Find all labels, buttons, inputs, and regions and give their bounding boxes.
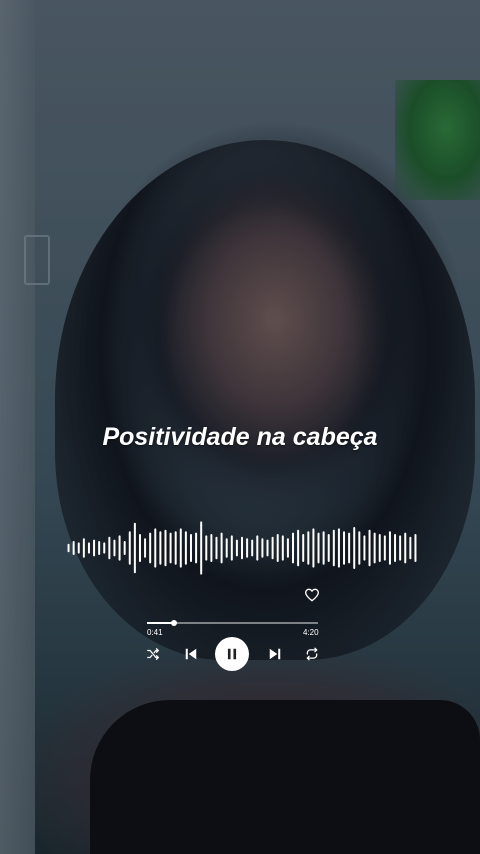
shuffle-icon	[147, 648, 159, 660]
waveform-bar	[149, 532, 152, 564]
waveform-bar	[307, 531, 310, 565]
waveform-bar	[154, 528, 157, 568]
waveform-bar	[133, 522, 136, 574]
current-time: 0:41	[147, 628, 163, 637]
waveform-bar	[378, 534, 381, 562]
waveform-bar	[215, 536, 218, 560]
skip-previous-icon	[185, 648, 197, 660]
pause-icon	[227, 648, 237, 660]
pause-button[interactable]	[215, 637, 249, 671]
song-title: Positividade na cabeça	[102, 423, 378, 451]
waveform-bar	[118, 535, 121, 561]
waveform-bar	[332, 529, 335, 567]
waveform-bar	[235, 539, 238, 557]
waveform-bar	[414, 534, 417, 562]
waveform-bar	[317, 532, 320, 564]
waveform-bar	[128, 531, 131, 565]
waveform-bar	[195, 532, 198, 564]
waveform-bar	[276, 534, 279, 562]
waveform-bar	[87, 542, 90, 554]
waveform-bar	[256, 535, 259, 561]
waveform-bar	[220, 532, 223, 564]
waveform-bar	[77, 542, 80, 554]
waveform-bar	[113, 539, 116, 557]
video-screen: Positividade na cabeça 0:41 4:20	[0, 0, 480, 854]
waveform-bar	[399, 535, 402, 561]
next-button[interactable]	[266, 645, 284, 663]
waveform-bar	[281, 535, 284, 561]
waveform-bar	[343, 531, 346, 565]
waveform-bar	[169, 532, 172, 564]
waveform-bar	[322, 531, 325, 565]
waveform-bar	[327, 534, 330, 562]
waveform-bar	[312, 528, 315, 568]
waveform-bar	[230, 535, 233, 561]
waveform-bar	[174, 531, 177, 565]
waveform-bar	[337, 528, 340, 568]
waveform-bar	[144, 538, 147, 558]
waveform-bar	[159, 531, 162, 565]
total-time: 4:20	[303, 628, 319, 637]
waveform-bar	[138, 534, 141, 562]
repeat-icon	[306, 647, 318, 661]
shuffle-button[interactable]	[144, 645, 162, 663]
previous-button[interactable]	[182, 645, 200, 663]
waveform-bar	[409, 536, 412, 560]
audio-waveform	[67, 521, 417, 575]
waveform-bar	[67, 543, 70, 553]
waveform-bar	[108, 536, 111, 560]
waveform-bar	[205, 535, 208, 561]
skip-next-icon	[269, 648, 281, 660]
waveform-bar	[358, 531, 361, 565]
heart-outline-icon	[305, 588, 319, 602]
waveform-bar	[404, 532, 407, 564]
waveform-bar	[266, 539, 269, 557]
waveform-bar	[353, 527, 356, 569]
waveform-bar	[210, 534, 213, 562]
waveform-bar	[189, 534, 192, 562]
waveform-bar	[302, 534, 305, 562]
repeat-button[interactable]	[303, 645, 321, 663]
waveform-bar	[388, 531, 391, 565]
waveform-bar	[292, 532, 295, 564]
waveform-bar	[251, 539, 254, 557]
waveform-bar	[363, 535, 366, 561]
waveform-bar	[241, 536, 243, 560]
waveform-bar	[225, 538, 228, 558]
waveform-bar	[200, 521, 203, 575]
waveform-bar	[98, 541, 101, 555]
waveform-bar	[348, 532, 351, 564]
waveform-bar	[373, 532, 376, 564]
waveform-bar	[394, 534, 397, 562]
waveform-bar	[179, 528, 182, 568]
waveform-bar	[72, 541, 75, 555]
waveform-bar	[261, 538, 264, 558]
waveform-bar	[103, 542, 106, 554]
waveform-bar	[93, 539, 96, 557]
waveform-bar	[123, 541, 126, 555]
waveform-bar	[286, 538, 289, 558]
like-button[interactable]	[303, 586, 321, 604]
waveform-bar	[368, 529, 371, 567]
waveform-bar	[246, 538, 249, 558]
waveform-bar	[184, 531, 187, 565]
waveform-bar	[164, 529, 167, 567]
waveform-bar	[82, 538, 85, 558]
progress-fill	[147, 622, 175, 624]
waveform-bar	[271, 536, 274, 560]
progress-bar[interactable]	[147, 620, 318, 626]
waveform-bar	[383, 535, 386, 561]
waveform-bar	[297, 529, 300, 567]
